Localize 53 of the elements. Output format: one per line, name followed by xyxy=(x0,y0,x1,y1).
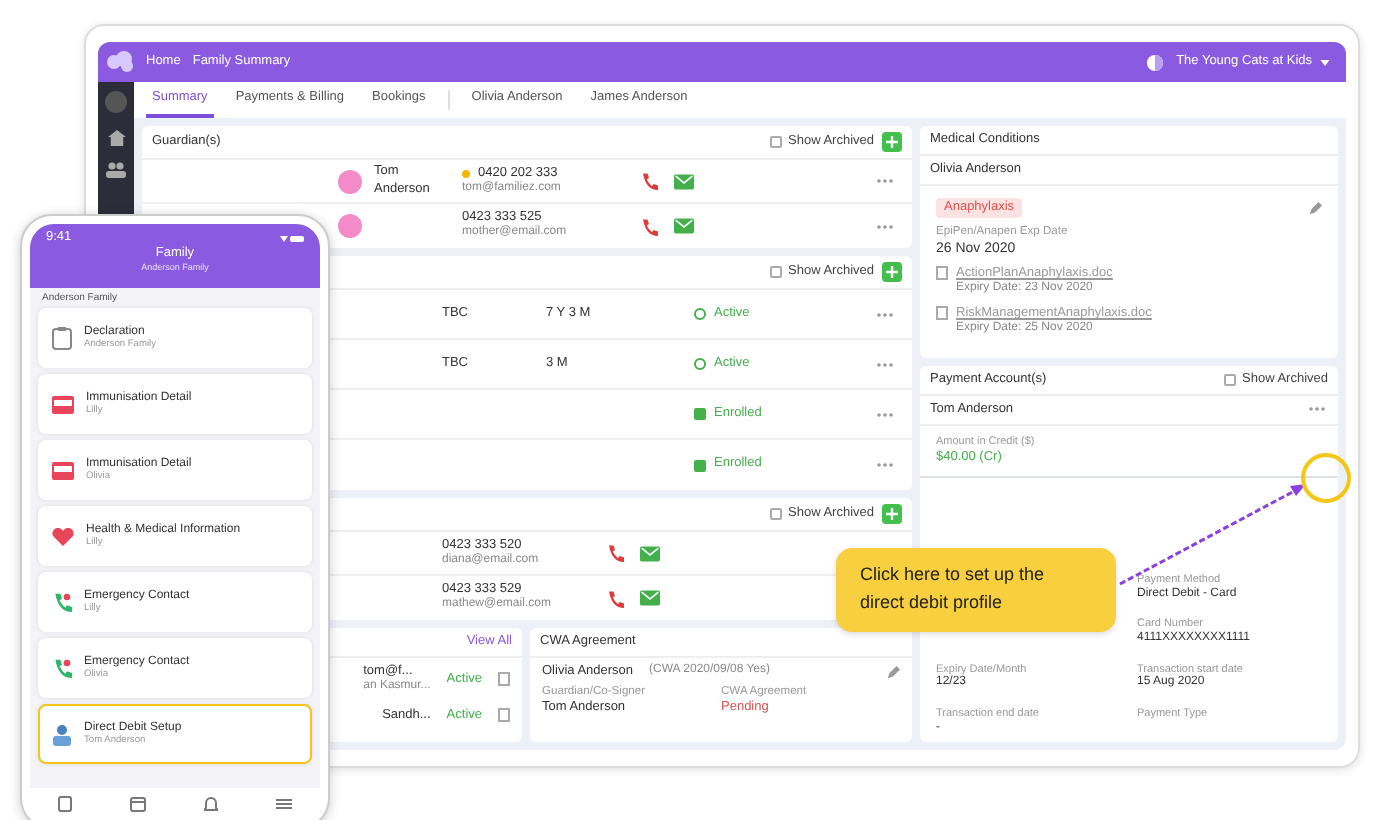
phone-icon xyxy=(640,217,658,235)
checkbox[interactable] xyxy=(770,136,782,148)
menu-icon[interactable] xyxy=(275,798,292,810)
pencil-icon xyxy=(1308,201,1322,216)
envelope-icon xyxy=(674,173,694,189)
document-icon xyxy=(498,672,510,687)
document-icon xyxy=(498,708,510,723)
plus-icon xyxy=(886,266,898,278)
phone-icon xyxy=(640,172,658,190)
phone-icon xyxy=(606,589,624,607)
highlight-ring xyxy=(1300,452,1352,504)
avatar xyxy=(338,169,362,193)
caret-icon xyxy=(1320,59,1330,65)
callout-note: Click here to set up the direct debit profile xyxy=(836,548,1116,632)
clipboard-icon xyxy=(52,326,72,351)
circle-check-icon xyxy=(694,308,706,320)
document-icon xyxy=(936,266,948,281)
home-icon[interactable] xyxy=(107,130,125,146)
more-button[interactable] xyxy=(872,173,896,189)
phone-icon xyxy=(52,658,72,679)
more-icon xyxy=(875,178,893,184)
document-icon[interactable] xyxy=(58,796,73,812)
more-icon xyxy=(875,223,893,229)
people-icon[interactable] xyxy=(106,162,126,178)
add-button[interactable] xyxy=(882,504,902,524)
more-icon xyxy=(875,361,893,367)
envelope-icon xyxy=(640,590,660,606)
more-icon xyxy=(1307,406,1325,413)
heart-icon xyxy=(52,527,74,546)
more-icon xyxy=(875,411,893,417)
checkbox[interactable] xyxy=(1224,373,1236,386)
document-icon xyxy=(936,305,948,320)
bell-icon[interactable] xyxy=(203,796,218,812)
more-icon xyxy=(875,311,893,317)
cloud-logo-icon xyxy=(106,50,134,74)
plus-icon xyxy=(886,136,898,148)
envelope-icon xyxy=(640,545,660,561)
phone-icon xyxy=(606,544,624,562)
more-icon xyxy=(875,462,893,468)
person-card-icon xyxy=(52,723,72,746)
half-moon-icon[interactable] xyxy=(1146,53,1165,71)
checkbox[interactable] xyxy=(770,508,782,520)
more-button[interactable] xyxy=(872,457,896,473)
add-button[interactable] xyxy=(882,262,902,282)
plus-icon xyxy=(886,508,898,520)
envelope-icon xyxy=(674,218,694,234)
avatar xyxy=(338,214,362,238)
circle-check-icon xyxy=(694,358,706,370)
checkbox[interactable] xyxy=(770,266,782,278)
pencil-icon xyxy=(886,665,900,680)
add-button[interactable] xyxy=(882,132,902,152)
phone-icon xyxy=(52,592,72,613)
avatar-icon[interactable] xyxy=(104,90,128,114)
